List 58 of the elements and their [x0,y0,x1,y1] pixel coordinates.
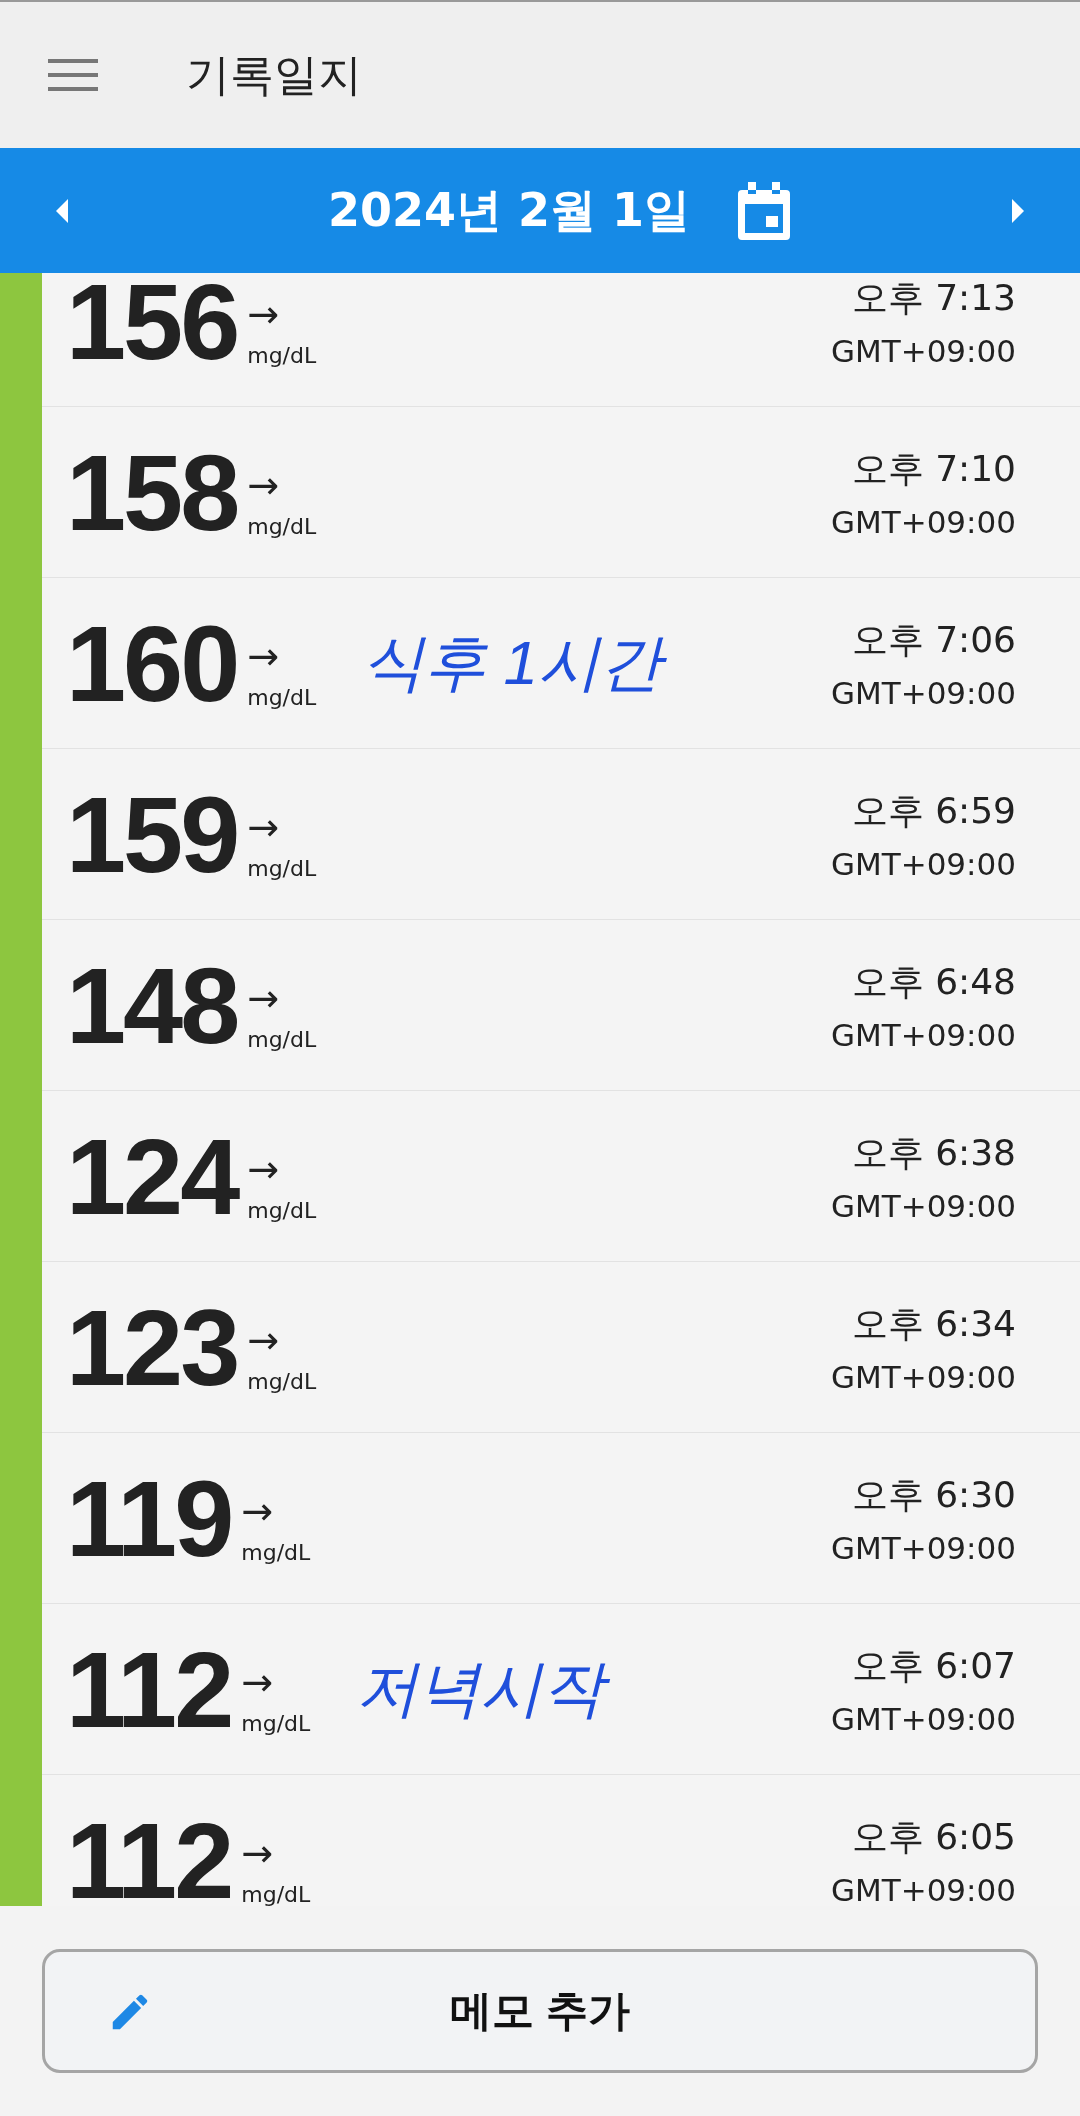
trend-arrow: → [241,1662,275,1701]
time-label: 오후 7:10 [851,446,1016,491]
handwritten-note: 식후 1시간 [356,616,676,710]
time-label: 오후 6:59 [851,788,1016,833]
timezone-label: GMT+09:00 [830,1016,1016,1053]
menu-icon[interactable] [48,57,98,93]
trend-arrow: → [241,1491,275,1530]
timezone-label: GMT+09:00 [830,332,1016,369]
time-label: 오후 7:06 [851,617,1016,662]
trend-arrow: → [247,465,281,504]
glucose-value: 160 [66,601,238,726]
add-memo-button[interactable]: 메모 추가 [42,1949,1038,2073]
timezone-label: GMT+09:00 [830,674,1016,711]
trend-arrow: → [247,1149,281,1188]
timezone-label: GMT+09:00 [830,1700,1016,1737]
timezone-label: GMT+09:00 [830,1358,1016,1395]
unit-label: mg/dL [247,1197,317,1223]
trend-arrow: → [247,807,281,846]
unit-label: mg/dL [241,1881,311,1906]
glucose-value: 123 [66,1285,238,1410]
trend-arrow: → [247,294,281,333]
time-label: 오후 6:38 [851,1130,1016,1175]
glucose-value: 148 [66,943,238,1068]
time-label: 오후 6:07 [851,1643,1016,1688]
time-label: 오후 6:30 [851,1472,1016,1517]
timezone-label: GMT+09:00 [830,1529,1016,1566]
trend-arrow: → [241,1833,275,1872]
trend-arrow: → [247,1320,281,1359]
timezone-label: GMT+09:00 [830,1187,1016,1224]
glucose-value: 156 [66,273,238,384]
time-label: 오후 6:05 [851,1814,1016,1859]
timezone-label: GMT+09:00 [830,503,1016,540]
unit-label: mg/dL [247,513,317,539]
glucose-value: 112 [66,1798,232,1906]
glucose-value: 158 [66,430,238,555]
unit-label: mg/dL [241,1539,311,1565]
calendar-icon[interactable] [736,179,793,242]
trend-arrow: → [247,636,281,675]
next-day-icon[interactable] [1010,196,1026,225]
trend-arrow: → [247,978,281,1017]
time-label: 오후 6:34 [851,1301,1016,1346]
app-title: 기록일지 [186,47,362,102]
unit-label: mg/dL [247,684,317,710]
unit-label: mg/dL [247,1368,317,1394]
unit-label: mg/dL [247,342,317,368]
date-label[interactable]: 2024년 2월 1일 [327,179,691,242]
glucose-value: 159 [66,772,238,897]
timezone-label: GMT+09:00 [830,845,1016,882]
time-label: 오후 6:48 [851,959,1016,1004]
glucose-value: 119 [66,1456,232,1581]
glucose-value: 112 [66,1627,232,1752]
glucose-value: 124 [66,1114,238,1239]
handwritten-note: 저녁시작 [350,1642,619,1736]
unit-label: mg/dL [247,1026,317,1052]
unit-label: mg/dL [247,855,317,881]
timezone-label: GMT+09:00 [830,1871,1016,1906]
time-label: 오후 7:13 [851,275,1016,320]
unit-label: mg/dL [241,1710,311,1736]
